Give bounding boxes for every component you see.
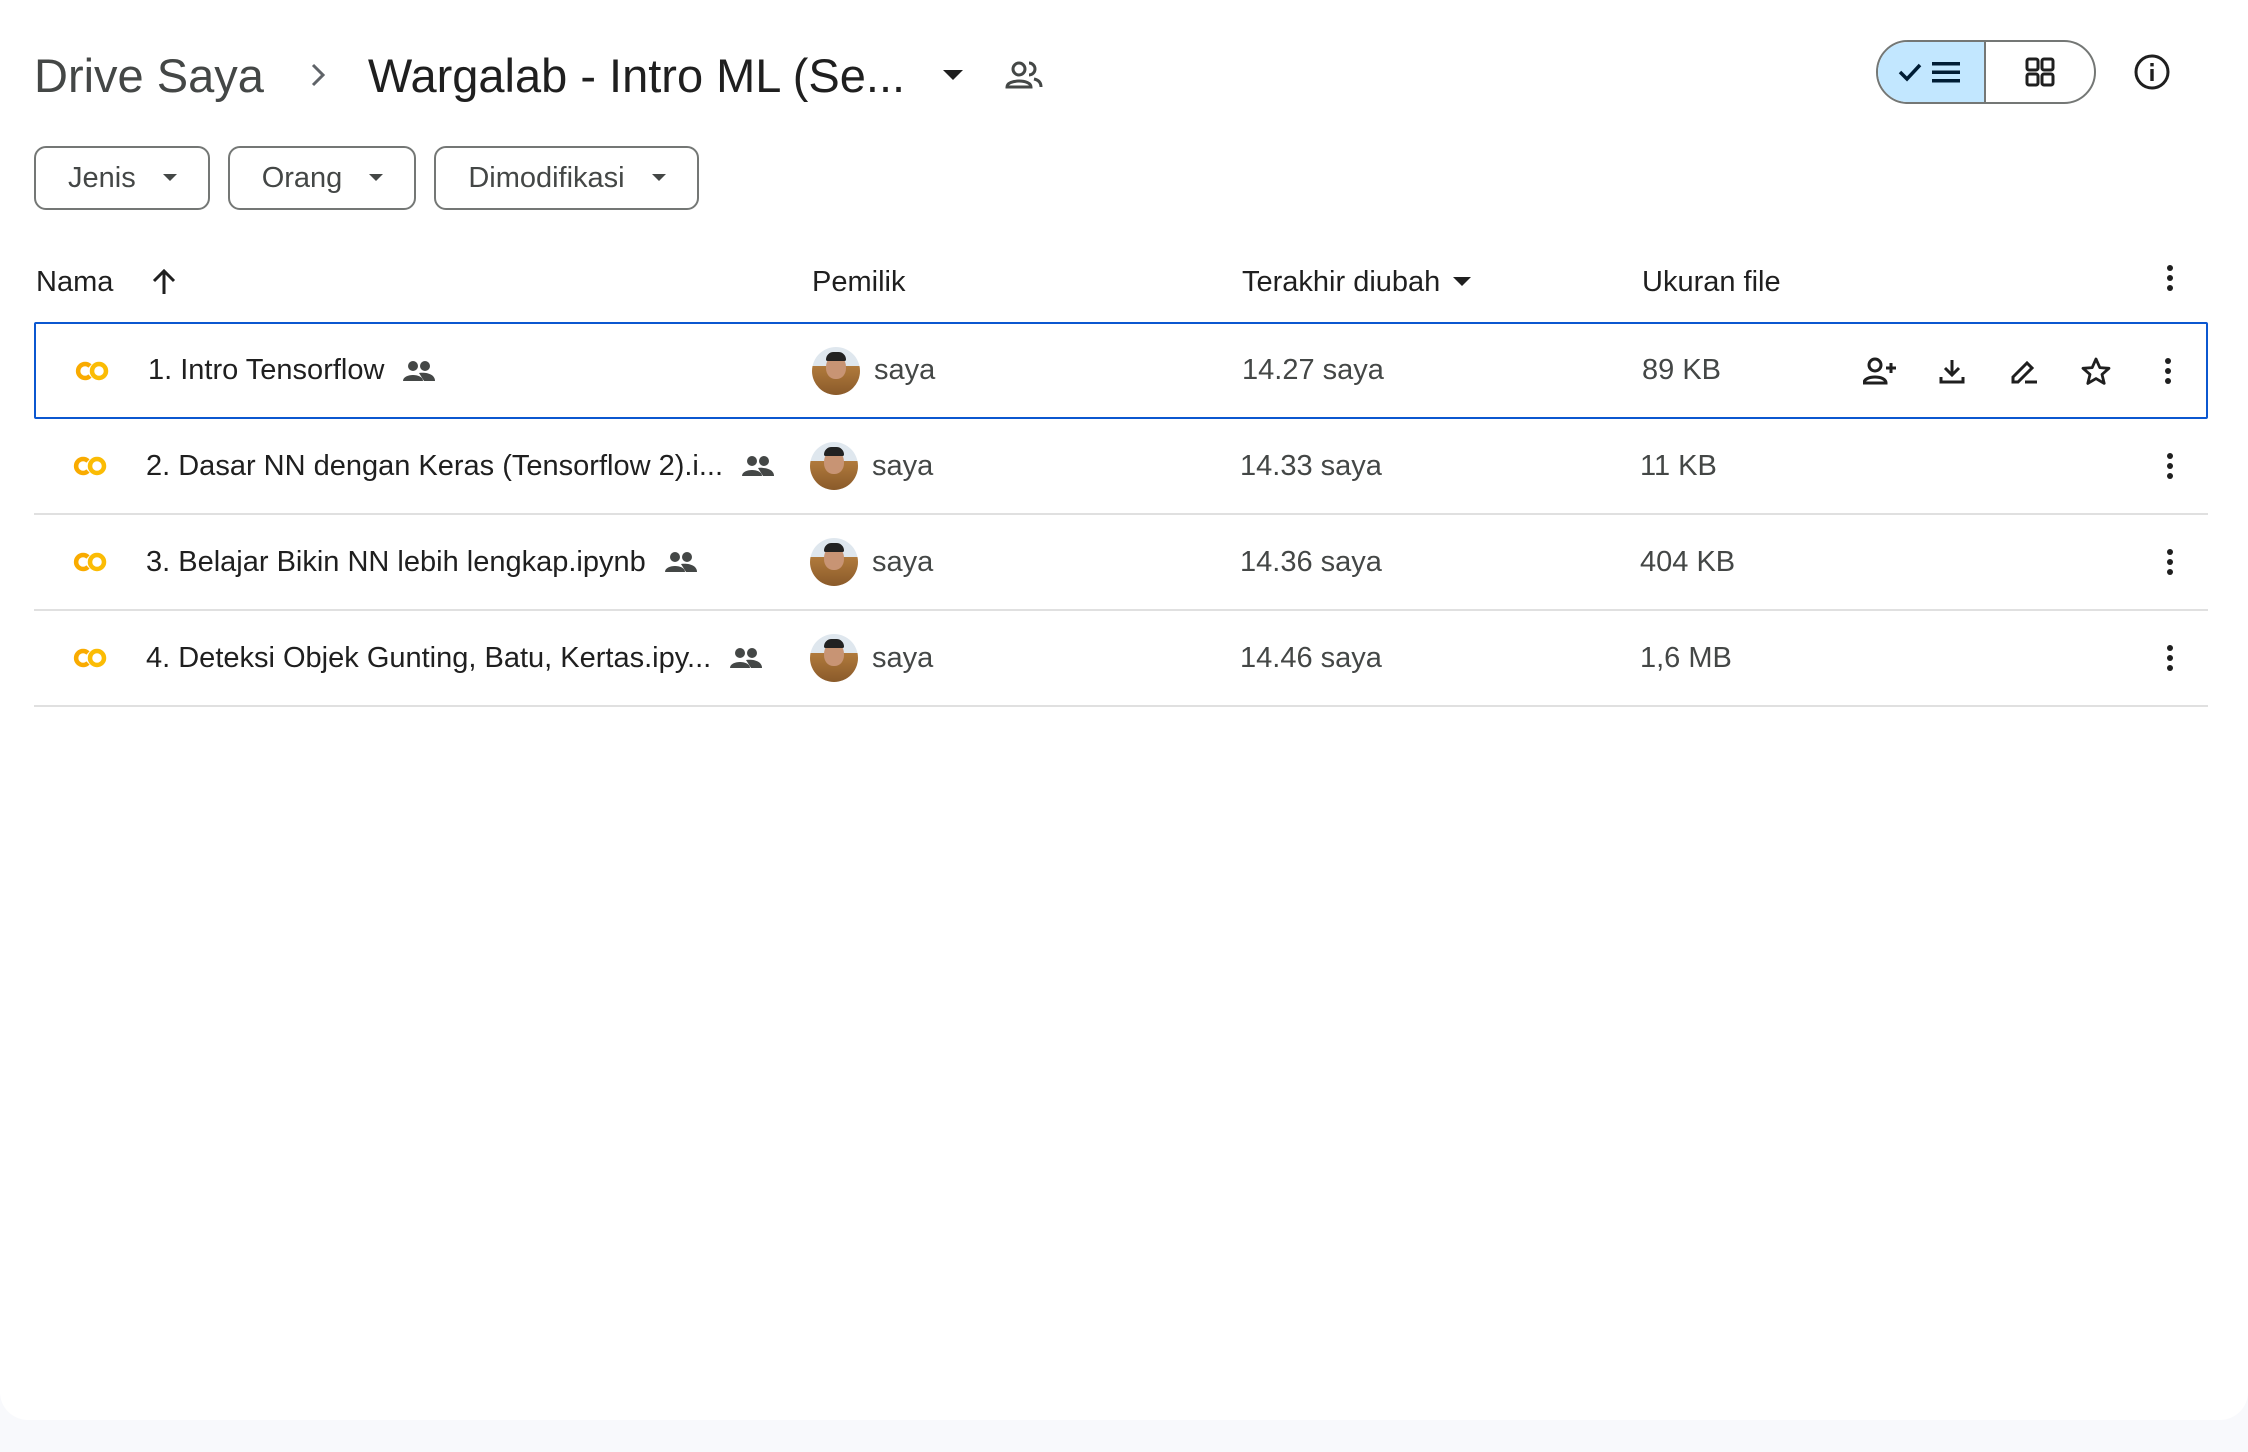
caret-down-icon [162, 173, 178, 183]
header: Drive Saya Wargalab - Intro ML (Se... [34, 30, 2208, 120]
star-icon[interactable] [2060, 357, 2132, 385]
column-size-label: Ukuran file [1642, 265, 1781, 298]
file-name: 3. Belajar Bikin NN lebih lengkap.ipynb [146, 546, 698, 579]
drive-panel: Drive Saya Wargalab - Intro ML (Se... Je… [0, 0, 2248, 1420]
column-size-header[interactable]: Ukuran file [1642, 266, 1781, 299]
colab-icon [72, 552, 108, 572]
avatar [810, 634, 858, 682]
avatar [810, 442, 858, 490]
modified-cell: 14.33 saya [1240, 449, 1382, 482]
file-name-text: 3. Belajar Bikin NN lebih lengkap.ipynb [146, 545, 646, 578]
shared-people-icon [741, 455, 775, 477]
colab-icon [74, 361, 110, 381]
size-cell: 1,6 MB [1640, 641, 1732, 674]
file-name: 4. Deteksi Objek Gunting, Batu, Kertas.i… [146, 642, 763, 675]
modified-cell: 14.46 saya [1240, 641, 1382, 674]
owner-cell: saya [810, 634, 933, 682]
table-row[interactable]: 4. Deteksi Objek Gunting, Batu, Kertas.i… [34, 611, 2208, 707]
caret-down-icon [651, 173, 667, 183]
shared-folder-icon[interactable] [1005, 60, 1043, 90]
share-icon[interactable] [1844, 357, 1916, 385]
column-owner-label: Pemilik [812, 265, 906, 298]
colab-icon [72, 456, 108, 476]
header-actions [1876, 40, 2178, 104]
breadcrumb-root[interactable]: Drive Saya [34, 48, 264, 103]
file-name-text: 2. Dasar NN dengan Keras (Tensorflow 2).… [146, 449, 724, 482]
breadcrumb-current-folder[interactable]: Wargalab - Intro ML (Se... [368, 48, 905, 103]
owner-cell: saya [810, 538, 933, 586]
filter-people-label: Orang [261, 161, 343, 194]
file-name-text: 1. Intro Tensorflow [148, 354, 385, 386]
download-icon[interactable] [1916, 357, 1988, 385]
avatar [810, 538, 858, 586]
caret-down-icon[interactable] [1452, 276, 1472, 288]
file-name-text: 4. Deteksi Objek Gunting, Batu, Kertas.i… [146, 641, 712, 674]
size-cell: 404 KB [1640, 545, 1736, 578]
owner-name: saya [872, 449, 934, 482]
shared-people-icon [729, 647, 763, 669]
file-name: 2. Dasar NN dengan Keras (Tensorflow 2).… [146, 450, 775, 483]
chevron-right-icon [308, 61, 328, 89]
shared-people-icon [664, 551, 698, 573]
avatar [812, 346, 860, 395]
owner-name: saya [872, 641, 934, 674]
table-row[interactable]: 2. Dasar NN dengan Keras (Tensorflow 2).… [34, 419, 2208, 515]
filter-type-label: Jenis [68, 161, 136, 194]
caret-down-icon [368, 173, 384, 183]
more-vert-icon[interactable] [2166, 264, 2174, 292]
modified-cell: 14.36 saya [1240, 545, 1382, 578]
rename-icon[interactable] [1988, 357, 2060, 385]
size-cell: 11 KB [1640, 449, 1717, 482]
shared-people-icon [402, 360, 436, 382]
file-table: Nama Pemilik Terakhir diubah Ukuran file [34, 242, 2208, 707]
grid-view-button[interactable] [1986, 42, 2094, 102]
size-cell: 89 KB [1642, 354, 1721, 386]
table-header: Nama Pemilik Terakhir diubah Ukuran file [34, 242, 2208, 322]
list-view-button[interactable] [1878, 42, 1986, 102]
table-row[interactable]: 3. Belajar Bikin NN lebih lengkap.ipynb … [34, 515, 2208, 611]
colab-icon [72, 648, 108, 668]
arrow-up-icon[interactable] [151, 268, 177, 296]
column-modified-label: Terakhir diubah [1242, 265, 1441, 298]
column-modified-header[interactable]: Terakhir diubah [1242, 266, 1472, 299]
table-row[interactable]: 1. Intro Tensorflow saya 14.27 saya 89 K… [34, 322, 2208, 419]
column-owner-header[interactable]: Pemilik [812, 266, 905, 299]
owner-name: saya [872, 545, 934, 578]
filter-modified-chip[interactable]: Dimodifikasi [434, 146, 699, 210]
file-name: 1. Intro Tensorflow [148, 354, 436, 387]
filter-modified-label: Dimodifikasi [468, 161, 625, 194]
more-vert-icon[interactable] [2166, 548, 2174, 576]
more-vert-icon[interactable] [2166, 452, 2174, 480]
info-icon[interactable] [2126, 46, 2178, 98]
owner-name: saya [874, 354, 936, 386]
owner-cell: saya [812, 346, 936, 395]
row-actions [1844, 357, 2132, 385]
filter-bar: Jenis Orang Dimodifikasi [34, 146, 699, 210]
modified-cell: 14.27 saya [1242, 354, 1384, 386]
column-name-header[interactable]: Nama [36, 266, 177, 299]
column-name-label: Nama [36, 265, 114, 298]
more-vert-icon[interactable] [2164, 357, 2172, 385]
more-vert-icon[interactable] [2166, 644, 2174, 672]
filter-people-chip[interactable]: Orang [227, 146, 417, 210]
view-toggle [1876, 40, 2096, 104]
folder-menu-dropdown-icon[interactable] [941, 68, 965, 82]
filter-type-chip[interactable]: Jenis [34, 146, 210, 210]
owner-cell: saya [810, 442, 933, 490]
